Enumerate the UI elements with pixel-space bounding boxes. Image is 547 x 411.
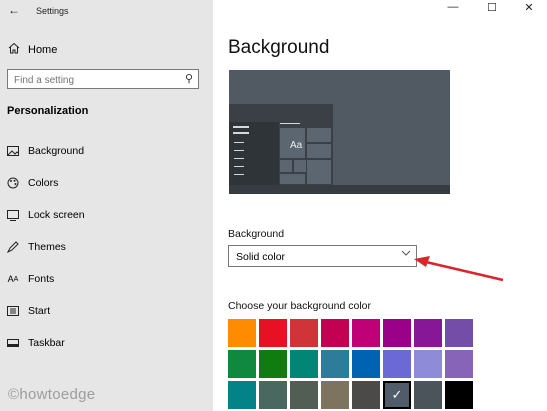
back-arrow-icon[interactable]: ← xyxy=(8,3,20,17)
color-swatch[interactable] xyxy=(445,381,473,409)
preview-taskbar xyxy=(229,185,450,194)
sidebar-item-label: Colors xyxy=(28,177,59,189)
background-dropdown[interactable]: Solid color xyxy=(228,245,417,267)
taskbar-icon xyxy=(7,337,19,349)
start-icon xyxy=(7,305,19,317)
background-preview: Aa xyxy=(229,70,450,194)
preview-menu-line xyxy=(233,132,249,134)
palette-icon xyxy=(7,177,19,189)
sidebar-item-fonts[interactable]: AA Fonts xyxy=(7,273,55,285)
home-nav-item[interactable]: Home xyxy=(8,42,57,57)
background-dropdown-value: Solid color xyxy=(236,251,286,263)
preview-tile xyxy=(307,144,331,158)
themes-icon xyxy=(7,241,19,253)
preview-menu-line xyxy=(280,123,300,124)
image-icon xyxy=(7,145,19,157)
window-title: Settings xyxy=(36,6,69,16)
lock-screen-icon xyxy=(7,209,19,221)
color-swatch[interactable] xyxy=(414,319,442,347)
sidebar-item-start[interactable]: Start xyxy=(7,305,50,317)
sidebar-item-label: Taskbar xyxy=(28,337,65,349)
color-swatch[interactable] xyxy=(414,381,442,409)
home-icon xyxy=(8,42,20,57)
sidebar-item-label: Lock screen xyxy=(28,209,85,221)
sidebar-item-lock-screen[interactable]: Lock screen xyxy=(7,209,85,221)
sidebar-item-background[interactable]: Background xyxy=(7,145,84,157)
sidebar-item-taskbar[interactable]: Taskbar xyxy=(7,337,65,349)
color-swatch[interactable] xyxy=(259,381,287,409)
color-swatch[interactable] xyxy=(228,350,256,378)
search-box[interactable]: ⚲ xyxy=(7,69,199,89)
color-swatch[interactable] xyxy=(321,319,349,347)
preview-tile xyxy=(307,128,331,142)
search-icon[interactable]: ⚲ xyxy=(185,72,193,85)
maximize-icon[interactable]: ☐ xyxy=(483,1,501,14)
preview-menu-line xyxy=(233,126,249,128)
preview-menu-line xyxy=(234,142,244,143)
color-swatch[interactable] xyxy=(352,350,380,378)
sidebar-item-colors[interactable]: Colors xyxy=(7,177,58,189)
watermark: ©howtoedge xyxy=(8,386,96,403)
home-label: Home xyxy=(28,43,58,56)
color-swatch[interactable] xyxy=(228,381,256,409)
minimize-icon[interactable]: — xyxy=(444,1,462,13)
preview-sample-text: Aa xyxy=(290,140,303,151)
preview-tile xyxy=(280,174,305,184)
color-swatch[interactable] xyxy=(290,319,318,347)
color-swatch[interactable] xyxy=(383,350,411,378)
color-swatch[interactable] xyxy=(259,350,287,378)
color-swatch[interactable] xyxy=(352,319,380,347)
sidebar xyxy=(0,0,213,411)
preview-menu-line xyxy=(234,158,244,159)
chevron-down-icon xyxy=(401,249,411,260)
preview-menu-line xyxy=(234,150,244,151)
sidebar-item-label: Start xyxy=(28,305,51,317)
checkmark-icon: ✓ xyxy=(391,387,403,402)
sidebar-item-label: Background xyxy=(28,145,85,157)
sidebar-item-label: Themes xyxy=(28,241,66,253)
color-swatch[interactable] xyxy=(445,319,473,347)
sidebar-item-label: Fonts xyxy=(28,273,55,285)
section-title: Personalization xyxy=(7,105,89,117)
preview-tile xyxy=(294,160,306,172)
background-label: Background xyxy=(228,228,285,240)
preview-menu-line xyxy=(234,166,244,167)
color-swatch[interactable] xyxy=(383,319,411,347)
color-swatch[interactable] xyxy=(290,350,318,378)
page-title: Background xyxy=(228,37,330,58)
search-input[interactable] xyxy=(14,72,184,89)
title-bar: ← Settings — ☐ ✕ xyxy=(0,0,547,22)
close-icon[interactable]: ✕ xyxy=(520,1,538,14)
fonts-icon: AA xyxy=(7,274,19,284)
color-swatch[interactable] xyxy=(445,350,473,378)
color-swatch[interactable] xyxy=(414,350,442,378)
color-swatch[interactable] xyxy=(228,319,256,347)
preview-menu-line xyxy=(234,174,244,175)
color-swatch[interactable] xyxy=(290,381,318,409)
preview-tile xyxy=(280,160,292,172)
preview-tile xyxy=(307,160,331,184)
sidebar-item-themes[interactable]: Themes xyxy=(7,241,66,253)
color-swatch[interactable] xyxy=(352,381,380,409)
color-swatch[interactable] xyxy=(321,381,349,409)
color-swatch[interactable] xyxy=(259,319,287,347)
color-swatch[interactable]: ✓ xyxy=(383,381,411,409)
choose-color-label: Choose your background color xyxy=(228,300,372,312)
color-swatch[interactable] xyxy=(321,350,349,378)
